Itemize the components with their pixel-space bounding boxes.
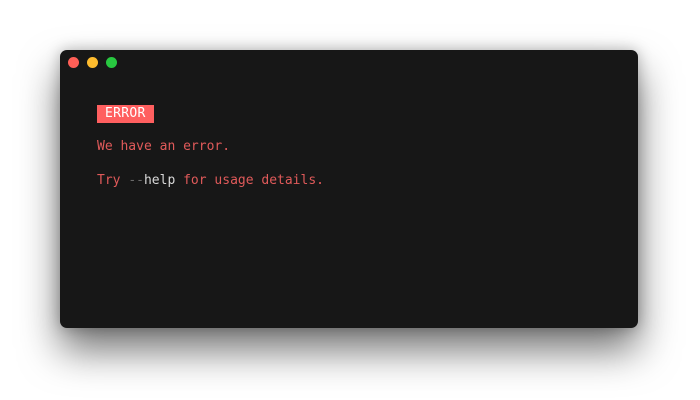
minimize-window-button[interactable] bbox=[87, 57, 98, 68]
error-message: We have an error. bbox=[97, 139, 231, 154]
terminal-window: ERROR We have an error. Try --help for u… bbox=[60, 50, 638, 328]
terminal-output: ERROR We have an error. Try --help for u… bbox=[97, 105, 324, 188]
title-bar bbox=[60, 50, 638, 74]
zoom-window-button[interactable] bbox=[106, 57, 117, 68]
error-badge: ERROR bbox=[97, 105, 154, 123]
usage-hint: Try --help for usage details. bbox=[97, 173, 324, 189]
hint-flag-dashes: -- bbox=[128, 173, 144, 188]
hint-flag-name: help bbox=[143, 173, 176, 188]
hint-prefix: Try bbox=[97, 173, 129, 188]
close-window-button[interactable] bbox=[68, 57, 79, 68]
hint-suffix: for usage details. bbox=[175, 173, 324, 188]
